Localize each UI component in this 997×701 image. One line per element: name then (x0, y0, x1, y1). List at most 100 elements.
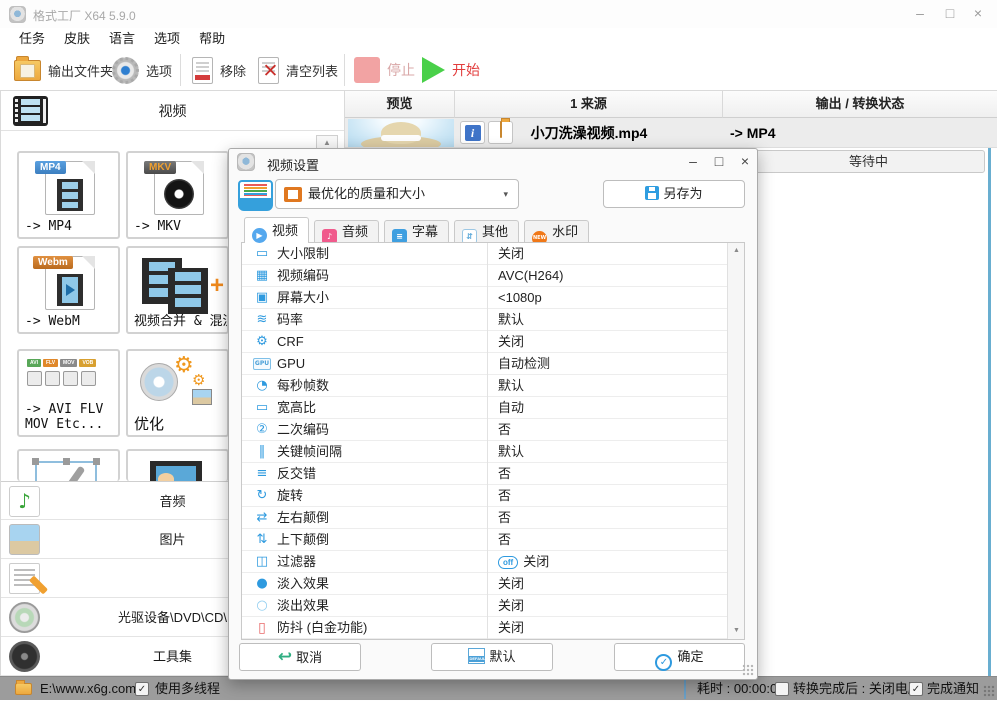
setting-label: 淡入效果 (277, 576, 330, 591)
resize-grip[interactable] (742, 664, 754, 676)
setting-row[interactable]: ○ 淡出效果 关闭 (242, 595, 728, 617)
close-icon[interactable]: × (963, 0, 993, 28)
column-header-source[interactable]: 1 来源 (455, 91, 723, 118)
tab-video[interactable]: ▶ 视频 (244, 217, 310, 243)
default-button[interactable]: DEFAULT 默认 (431, 643, 553, 671)
setting-value-text: 自动检测 (498, 356, 551, 371)
toolbar: 输出文件夹 选项 移除 ✕ 清空列表 停止 开始 (0, 50, 997, 90)
setting-row[interactable]: ‖ 关键帧间隔 默认 (242, 441, 728, 463)
fps-icon: ◔ (256, 378, 268, 393)
setting-value[interactable]: 自动检测 (487, 353, 728, 375)
setting-value[interactable]: 关闭 (487, 331, 728, 353)
setting-row[interactable]: ⇅ 上下颠倒 否 (242, 529, 728, 551)
tab-other[interactable]: ⇵ 其他 (454, 220, 520, 244)
tile-partial-crop[interactable] (17, 449, 120, 481)
setting-row[interactable]: ▯ 防抖 (白金功能) 关闭 (242, 617, 728, 639)
setting-value[interactable]: 默认 (487, 309, 728, 331)
shutdown-checkbox[interactable] (775, 682, 789, 696)
setting-row[interactable]: ⚙ CRF 关闭 (242, 331, 728, 353)
setting-value[interactable]: 否 (487, 529, 728, 551)
setting-label: 反交错 (277, 466, 317, 481)
remove-button[interactable]: 移除 (192, 52, 246, 88)
scroll-up-icon[interactable]: ▲ (729, 244, 744, 258)
setting-label: 关键帧间隔 (277, 444, 343, 459)
notify-checkbox[interactable]: ✓ (909, 682, 923, 696)
setting-value[interactable]: AVC(H264) (487, 265, 728, 287)
output-path[interactable]: E:\www.x6g.com (40, 677, 136, 701)
tile-to-mp4[interactable]: MP4 -> MP4 (17, 151, 120, 239)
multithread-checkbox[interactable]: ✓ (135, 682, 149, 696)
start-label: 开始 (452, 62, 480, 78)
scrollbar[interactable]: ▲ ▼ (727, 243, 744, 639)
cancel-button[interactable]: ↩ 取消 (239, 643, 361, 671)
start-button[interactable]: 开始 (422, 52, 480, 88)
setting-row[interactable]: ⇄ 左右颠倒 否 (242, 507, 728, 529)
setting-value[interactable]: 自动 (487, 397, 728, 419)
tile-video-merge[interactable]: + 视频合并 & 混流 (126, 246, 229, 334)
menu-item[interactable]: 选项 (154, 28, 180, 50)
resize-grip[interactable] (983, 685, 995, 697)
chevron-down-icon: ▾ (503, 189, 508, 199)
vob-badge: VOB (79, 359, 97, 367)
video-category-header[interactable]: 视频 (1, 91, 344, 131)
setting-row[interactable]: ▣ 屏幕大小 <1080p (242, 287, 728, 309)
setting-value[interactable]: 默认 (487, 441, 728, 463)
menu-item[interactable]: 帮助 (199, 28, 225, 50)
setting-row[interactable]: ◔ 每秒帧数 默认 (242, 375, 728, 397)
setting-value[interactable]: 默认 (487, 375, 728, 397)
setting-row[interactable]: ↻ 旋转 否 (242, 485, 728, 507)
dialog-maximize-icon[interactable]: □ (707, 151, 731, 173)
setting-value[interactable]: 关闭 (487, 243, 728, 265)
setting-value[interactable]: <1080p (487, 287, 728, 309)
setting-value[interactable]: 否 (487, 463, 728, 485)
setting-value[interactable]: 关闭 (487, 595, 728, 617)
setting-row[interactable]: ▦ 视频编码 AVC(H264) (242, 265, 728, 287)
dialog-minimize-icon[interactable]: – (681, 151, 705, 173)
aspect-ratio-icon: ▭ (255, 400, 269, 415)
setting-row[interactable]: ▭ 大小限制 关闭 (242, 243, 728, 265)
table-row[interactable]: i 小刀洗澡视频.mp4 -> MP4 (345, 118, 997, 148)
stop-button[interactable]: 停止 (354, 52, 415, 88)
tile-optimize[interactable]: ⚙ ⚙ 优化 (126, 349, 229, 437)
column-header-output[interactable]: 输出 / 转换状态 (723, 91, 997, 118)
menu-item[interactable]: 皮肤 (64, 28, 90, 50)
setting-value[interactable]: 关闭 (487, 617, 728, 639)
setting-value[interactable]: 否 (487, 485, 728, 507)
setting-value[interactable]: 否 (487, 419, 728, 441)
tile-to-mkv[interactable]: MKV -> MKV (126, 151, 229, 239)
setting-label: 淡出效果 (277, 598, 330, 613)
options-button[interactable]: 选项 (112, 52, 172, 88)
setting-value[interactable]: 否 (487, 507, 728, 529)
keyframe-interval-icon: ‖ (258, 444, 266, 459)
menu-item[interactable]: 语言 (109, 28, 135, 50)
toolbar-separator (344, 54, 345, 86)
tile-to-avi-flv-mov[interactable]: AVI FLV MOV VOB -> AVI FLV MOV Etc... (17, 349, 120, 437)
tab-watermark[interactable]: NEW 水印 (524, 220, 590, 246)
clear-list-button[interactable]: ✕ 清空列表 (258, 52, 338, 88)
setting-row[interactable]: ≋ 码率 默认 (242, 309, 728, 331)
column-header-preview[interactable]: 预览 (345, 91, 455, 118)
save-as-button[interactable]: 另存为 (603, 180, 745, 208)
setting-row[interactable]: ● 淡入效果 关闭 (242, 573, 728, 595)
gear-icon: ⚙ (174, 353, 194, 378)
dialog-close-icon[interactable]: × (733, 151, 757, 173)
preset-dropdown[interactable]: 最优化的质量和大小 ▾ (275, 179, 519, 209)
tile-partial-player[interactable] (126, 449, 229, 481)
ok-button[interactable]: ✓ 确定 (614, 643, 745, 671)
maximize-icon[interactable]: □ (935, 0, 965, 28)
setting-row[interactable]: ② 二次编码 否 (242, 419, 728, 441)
setting-row[interactable]: ◫ 过滤器 off 关闭 (242, 551, 728, 573)
filter-icon: ◫ (255, 554, 269, 569)
setting-row[interactable]: ≡ 反交错 否 (242, 463, 728, 485)
setting-row[interactable]: ▭ 宽高比 自动 (242, 397, 728, 419)
output-folder-button[interactable]: 输出文件夹 (14, 52, 113, 88)
setting-value[interactable]: 关闭 (487, 573, 728, 595)
tab-audio[interactable]: ♪ 音频 (314, 220, 380, 244)
tab-subtitle[interactable]: ≡ 字幕 (384, 220, 450, 244)
scroll-down-icon[interactable]: ▼ (729, 624, 744, 638)
minimize-icon[interactable]: – (905, 0, 935, 28)
menu-item[interactable]: 任务 (19, 28, 45, 50)
tile-to-webm[interactable]: Webm -> WebM (17, 246, 120, 334)
setting-row[interactable]: GPU GPU 自动检测 (242, 353, 728, 375)
setting-value[interactable]: off 关闭 (487, 551, 728, 573)
